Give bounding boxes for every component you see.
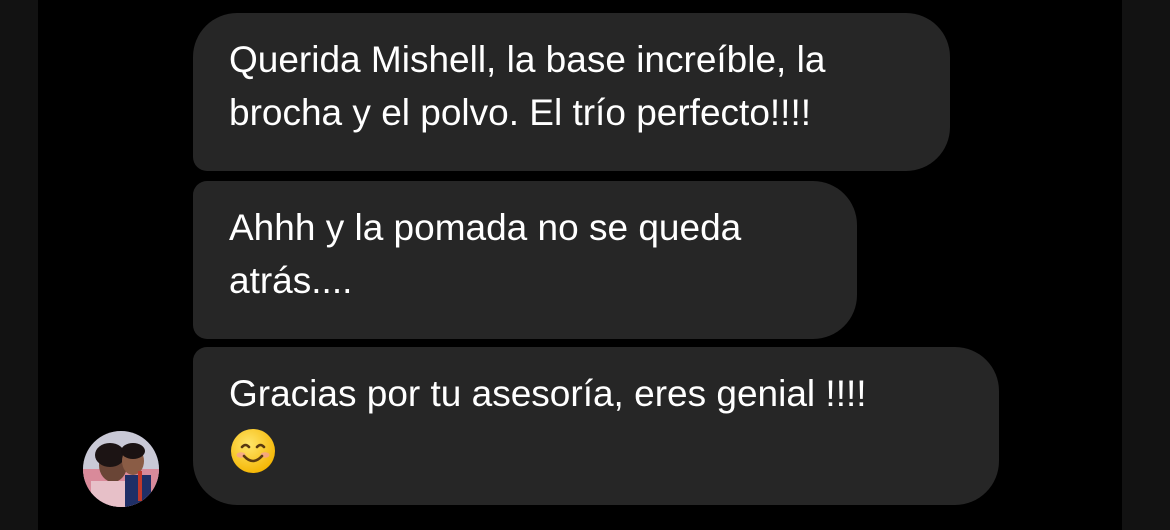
message-emoji-line bbox=[229, 420, 963, 475]
message-bubble[interactable]: Querida Mishell, la base increíble, la b… bbox=[193, 13, 950, 171]
message-text: Gracias por tu asesoría, eres genial !!!… bbox=[229, 373, 867, 414]
message-bubble[interactable]: Ahhh y la pomada no se queda atrás.... bbox=[193, 181, 857, 339]
right-edge-panel bbox=[1122, 0, 1170, 530]
message-text: atrás.... bbox=[229, 260, 353, 301]
avatar-icon[interactable] bbox=[83, 431, 159, 507]
left-edge-panel bbox=[0, 0, 38, 530]
message-text: Querida Mishell, la base increíble, la bbox=[229, 39, 826, 80]
message-bubble[interactable]: Gracias por tu asesoría, eres genial !!!… bbox=[193, 347, 999, 505]
message-text: brocha y el polvo. El trío perfecto!!!! bbox=[229, 92, 812, 133]
avatar-photo-icon bbox=[83, 431, 159, 507]
smiling-face-emoji-icon bbox=[231, 429, 275, 474]
message-text: Ahhh y la pomada no se queda bbox=[229, 207, 742, 248]
